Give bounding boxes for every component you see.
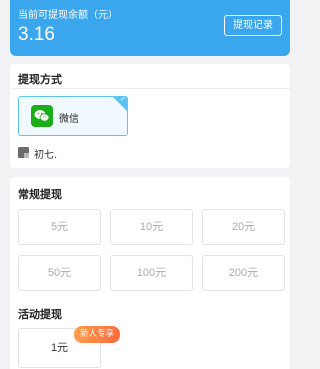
wechat-label: 微信 bbox=[59, 114, 79, 125]
balance-card: 当前可提现余额（元） 3.16 提现记录 bbox=[10, 0, 290, 56]
amount-option-200[interactable]: 200元 bbox=[202, 255, 285, 291]
amount-option-20[interactable]: 20元 bbox=[202, 209, 285, 245]
account-name: 初七. bbox=[34, 150, 58, 161]
divider bbox=[10, 88, 290, 89]
section-title-regular: 常规提现 bbox=[18, 188, 62, 201]
balance-label: 当前可提现余额（元） bbox=[18, 10, 118, 21]
withdraw-history-button[interactable]: 提现记录 bbox=[224, 15, 282, 36]
new-user-badge: 新人专享 bbox=[74, 326, 121, 343]
amount-option-100[interactable]: 100元 bbox=[110, 255, 193, 291]
wechat-icon bbox=[31, 105, 53, 127]
amount-option-50[interactable]: 50元 bbox=[18, 255, 101, 291]
amount-option-5[interactable]: 5元 bbox=[18, 209, 101, 245]
regular-withdraw-section: 常规提现 5元 10元 20元 50元 100元 200元 bbox=[10, 177, 290, 295]
check-icon: ✓ bbox=[120, 96, 126, 103]
withdraw-method-section: 提现方式 微信 ✓ 初七. bbox=[10, 64, 290, 168]
balance-amount: 3.16 bbox=[18, 24, 55, 45]
activity-withdraw-section: 活动提现 1元 新人专享 bbox=[10, 295, 290, 369]
wechat-option[interactable]: 微信 ✓ bbox=[18, 96, 128, 136]
avatar bbox=[18, 147, 29, 158]
amount-option-10[interactable]: 10元 bbox=[110, 209, 193, 245]
section-title-method: 提现方式 bbox=[18, 73, 62, 86]
section-title-activity: 活动提现 bbox=[18, 308, 62, 321]
